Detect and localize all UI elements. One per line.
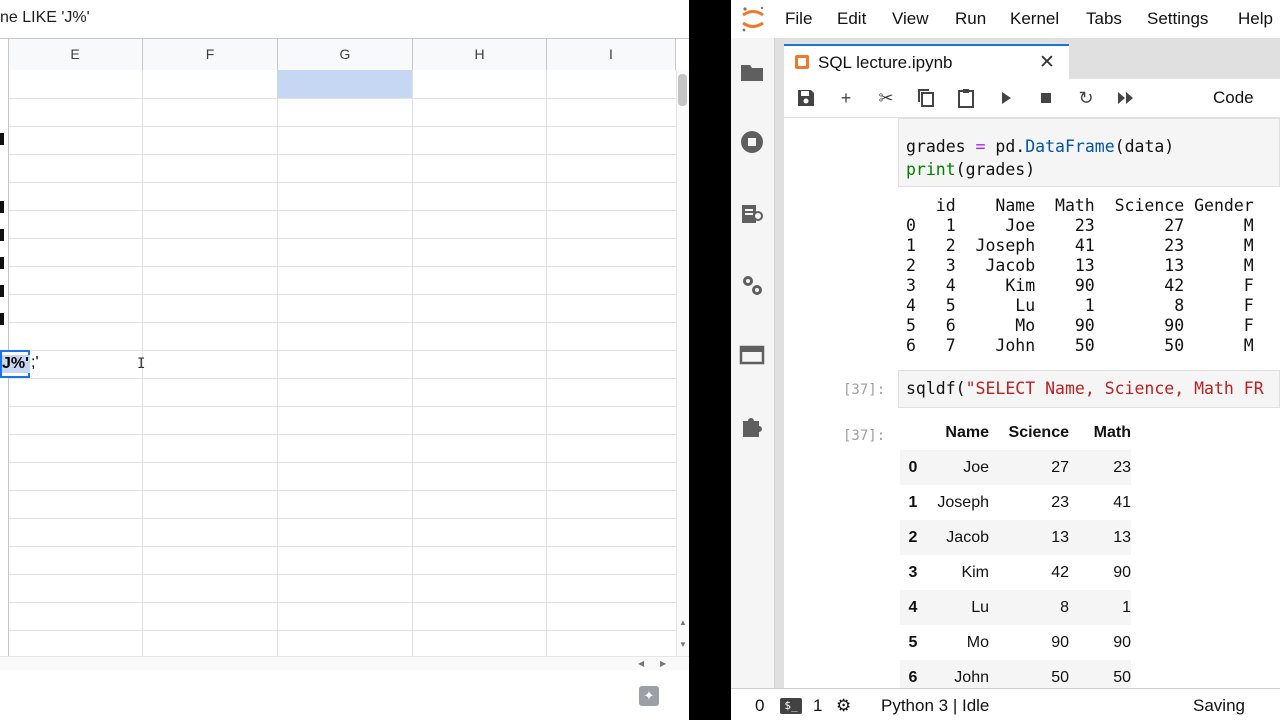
- menu-help[interactable]: Help: [1238, 9, 1273, 29]
- save-icon[interactable]: [793, 85, 819, 111]
- selected-cell-g1[interactable]: [277, 70, 412, 98]
- left-sidebar: [731, 38, 775, 688]
- menu-file[interactable]: File: [785, 9, 812, 29]
- sheet-footer: [0, 670, 689, 720]
- tabs-icon[interactable]: [739, 342, 765, 368]
- cut-icon[interactable]: ✂: [873, 85, 899, 111]
- fast-forward-icon[interactable]: [1113, 85, 1139, 111]
- cell-grid[interactable]: [0, 70, 676, 656]
- vertical-scroll-thumb[interactable]: [678, 74, 687, 106]
- column-header-row: E F G H I: [0, 39, 676, 71]
- jupyter-logo-icon: [742, 6, 764, 32]
- print-output-row: 5 6 Mo 90 90 F: [906, 316, 1254, 335]
- formula-bar[interactable]: ne LIKE 'J%': [0, 0, 689, 39]
- gear-icon[interactable]: ⚙: [836, 696, 851, 716]
- terminal-icon[interactable]: $_: [780, 698, 802, 714]
- menu-view[interactable]: View: [892, 9, 929, 29]
- column-header-i[interactable]: I: [547, 39, 676, 70]
- formula-text: ne LIKE 'J%': [0, 9, 90, 26]
- restart-icon[interactable]: ↻: [1073, 85, 1099, 111]
- output-prompt: [37]:: [843, 428, 886, 444]
- paste-icon[interactable]: [953, 85, 979, 111]
- code-line-sqldf: sqldf("SELECT Name, Science, Math FR: [906, 379, 1264, 398]
- stop-icon[interactable]: [1033, 85, 1059, 111]
- status-bar: 0 $_ 1 ⚙ Python 3 | Idle Saving com: [731, 688, 1280, 720]
- property-inspector-icon[interactable]: [739, 272, 765, 298]
- scroll-left-icon[interactable]: ◀: [638, 659, 644, 668]
- table-row: 0 Joe 27 23: [900, 450, 1131, 485]
- notebook-tab[interactable]: SQL lecture.ipynb ✕: [784, 44, 1069, 79]
- column-header-e[interactable]: E: [8, 39, 143, 70]
- column-header-name: Name: [945, 423, 989, 441]
- menu-edit[interactable]: Edit: [837, 9, 866, 29]
- saving-status: Saving com: [1193, 696, 1245, 720]
- command-palette-icon[interactable]: [739, 201, 765, 227]
- table-row: 5 Mo 90 90: [908, 633, 1131, 651]
- selected-text: J%': [2, 355, 30, 373]
- text-cursor-icon: I: [137, 356, 146, 372]
- print-output-row: 6 7 John 50 50 M: [906, 336, 1254, 355]
- table-row: 2 Jacob 13 13: [900, 520, 1131, 555]
- table-row: 1 Joseph 23 41: [908, 493, 1131, 511]
- editing-cell[interactable]: J%': [0, 350, 30, 378]
- print-output-header: id Name Math Science Gender: [906, 196, 1254, 215]
- code-line-2: print(grades): [906, 160, 1036, 179]
- menu-kernel[interactable]: Kernel: [1010, 9, 1059, 29]
- vertical-scrollbar[interactable]: [676, 70, 689, 656]
- column-header-math: Math: [1093, 423, 1131, 441]
- run-icon[interactable]: [993, 85, 1019, 111]
- add-cell-icon[interactable]: +: [833, 85, 859, 111]
- close-icon[interactable]: ✕: [1039, 51, 1055, 74]
- scroll-right-icon[interactable]: ▶: [660, 659, 666, 668]
- table-header-row: Name Science Math: [900, 415, 1131, 450]
- column-header-g[interactable]: G: [278, 39, 413, 70]
- column-header-f[interactable]: F: [143, 39, 278, 70]
- window-divider: [689, 0, 731, 720]
- cell-type-select[interactable]: Code: [1213, 88, 1254, 108]
- jupyterlab-window: File Edit View Run Kernel Tabs Settings …: [731, 0, 1280, 720]
- notebook-toolbar: + ✂ ↻ Code ⌄: [784, 79, 1280, 118]
- status-zero: 0: [755, 696, 765, 715]
- menu-run[interactable]: Run: [955, 9, 986, 29]
- running-icon[interactable]: [739, 129, 765, 155]
- print-output-row: 0 1 Joe 23 27 M: [906, 216, 1254, 235]
- scroll-up-icon[interactable]: ▲: [679, 618, 687, 627]
- print-output-row: 1 2 Joseph 41 23 M: [906, 236, 1254, 255]
- notebook-icon: [795, 55, 809, 69]
- tab-title: SQL lecture.ipynb: [818, 53, 953, 72]
- spreadsheet-window: ne LIKE 'J%' E F G H I J%' ;' I ▲ ▼ ◀ ▶ …: [0, 0, 689, 720]
- row-header-strip: [0, 39, 9, 656]
- scroll-down-icon[interactable]: ▼: [679, 640, 687, 649]
- code-line-1: grades = pd.DataFrame(data): [906, 137, 1175, 156]
- column-header-science: Science: [1008, 423, 1069, 441]
- copy-icon[interactable]: [913, 85, 939, 111]
- print-output-row: 2 3 Jacob 13 13 M: [906, 256, 1254, 275]
- kernel-status[interactable]: Python 3 | Idle: [881, 696, 989, 716]
- table-row: 3 Kim 42 90: [908, 563, 1131, 581]
- status-one: 1: [813, 696, 823, 715]
- dataframe-table: Name Science Math 0 Joe 27 23 1 Joseph 23 41 2…: [900, 415, 1131, 695]
- table-row: 4 Lu 8 1: [900, 590, 1131, 625]
- menu-settings[interactable]: Settings: [1147, 9, 1208, 29]
- horizontal-scrollbar[interactable]: ◀ ▶: [0, 656, 689, 671]
- print-output-row: 3 4 Kim 90 42 F: [906, 276, 1254, 295]
- explore-icon[interactable]: ✦: [639, 686, 659, 706]
- menu-bar: File Edit View Run Kernel Tabs Settings …: [731, 0, 1280, 39]
- folder-icon[interactable]: [739, 59, 765, 85]
- input-prompt: [37]:: [843, 382, 886, 398]
- print-output-row: 4 5 Lu 1 8 F: [906, 296, 1254, 315]
- menu-tabs[interactable]: Tabs: [1086, 9, 1122, 29]
- extension-icon[interactable]: [739, 413, 765, 439]
- column-header-h[interactable]: H: [413, 39, 547, 70]
- edit-cell-trailing-text: ;': [31, 354, 39, 371]
